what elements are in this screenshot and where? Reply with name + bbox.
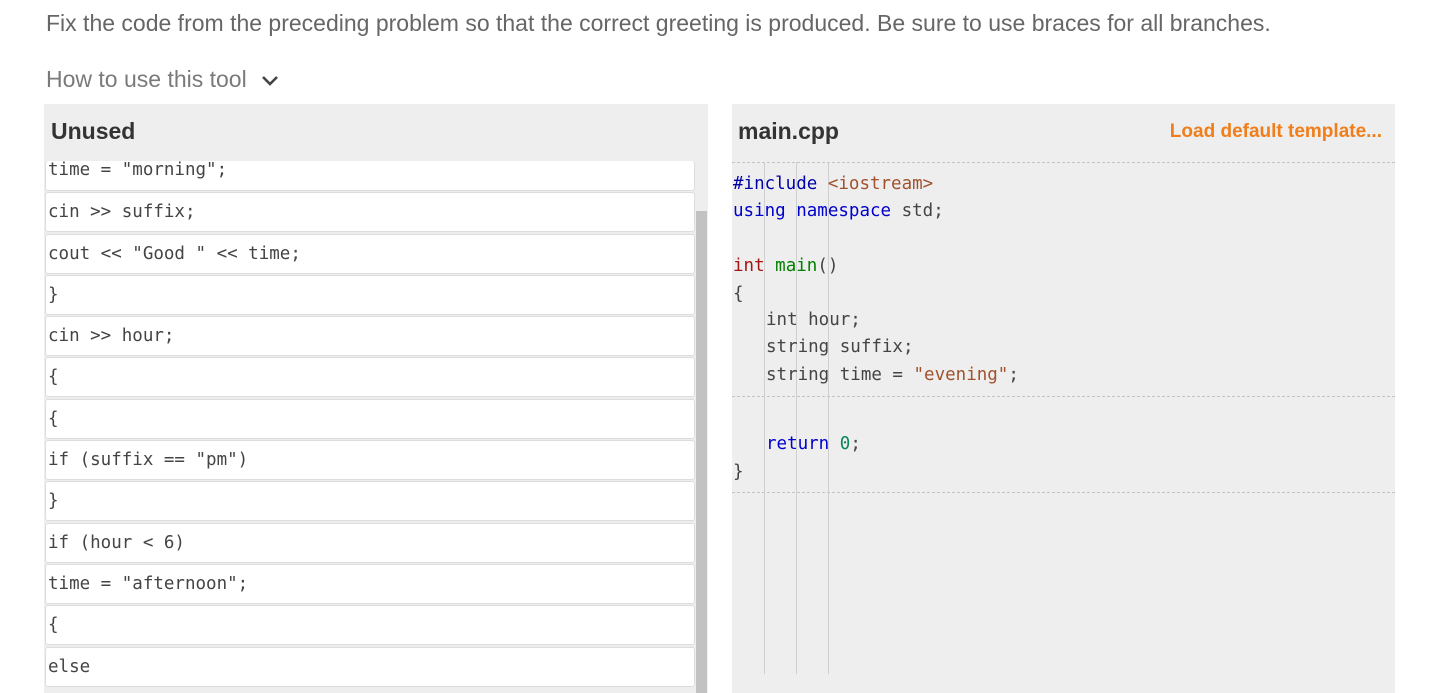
scrollbar[interactable] xyxy=(696,211,707,693)
code-block[interactable]: time = "afternoon"; xyxy=(45,563,695,604)
code-block[interactable]: time = "morning"; xyxy=(45,161,695,191)
fixed-code-return: return 0; xyxy=(766,434,861,454)
divider xyxy=(732,492,1395,493)
instructions-text: Fix the code from the preceding problem … xyxy=(46,10,1271,36)
fixed-code-time-decl: string time = "evening"; xyxy=(766,365,1019,385)
fixed-code-close-brace: } xyxy=(733,462,744,482)
fixed-code-hour-decl: int hour; xyxy=(766,310,861,330)
how-to-use-label: How to use this tool xyxy=(46,66,247,92)
code-block[interactable]: { xyxy=(45,357,695,398)
code-block[interactable]: if (suffix == "pm") xyxy=(45,440,695,481)
divider xyxy=(732,162,1395,163)
main-cpp-title: main.cpp xyxy=(738,118,839,144)
code-block[interactable]: if (hour < 6) xyxy=(45,522,695,563)
code-block[interactable]: cin >> suffix; xyxy=(45,192,695,233)
fixed-code-suffix-decl: string suffix; xyxy=(766,337,914,357)
unused-block-list: time = "morning"; cin >> suffix; cout <<… xyxy=(45,161,695,688)
fixed-code-main-signature: int main() xyxy=(733,256,839,276)
code-block[interactable]: } xyxy=(45,274,695,315)
fixed-code-open-brace: { xyxy=(733,284,744,304)
chevron-down-icon xyxy=(261,75,278,86)
unused-title: Unused xyxy=(51,118,136,144)
fixed-code-include: #include <iostream> xyxy=(733,174,934,194)
code-block[interactable]: cout << "Good " << time; xyxy=(45,233,695,274)
code-block[interactable]: } xyxy=(45,481,695,522)
unused-panel: Unused time = "morning"; cin >> suffix; … xyxy=(44,104,708,693)
main-cpp-panel: main.cpp Load default template... #inclu… xyxy=(732,104,1395,693)
code-block[interactable]: cin >> hour; xyxy=(45,316,695,357)
code-block[interactable]: else xyxy=(45,646,695,687)
code-block[interactable]: { xyxy=(45,398,695,439)
how-to-use-toggle[interactable]: How to use this tool xyxy=(46,66,279,93)
code-block[interactable]: { xyxy=(45,605,695,646)
drop-zone[interactable] xyxy=(732,397,1395,437)
load-default-template-link[interactable]: Load default template... xyxy=(1170,121,1382,143)
fixed-code-using: using namespace std; xyxy=(733,201,944,221)
